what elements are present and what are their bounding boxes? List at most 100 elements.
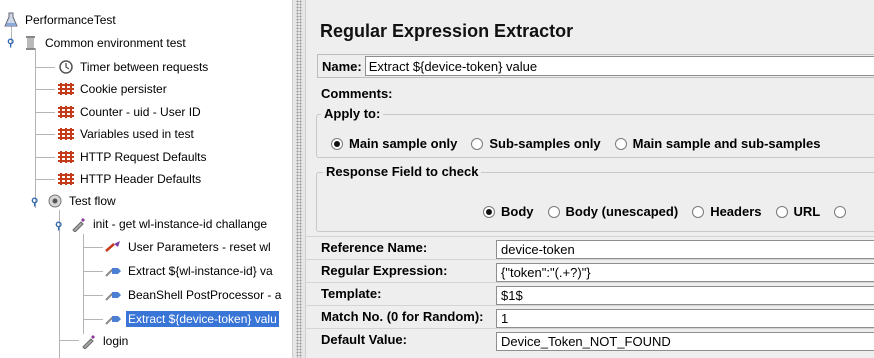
regex-label: Regular Expression:: [321, 263, 448, 278]
comments-label: Comments:: [321, 86, 393, 101]
radio-label: Body: [501, 204, 534, 219]
radio-label: Body (unescaped): [565, 204, 679, 219]
regex-extractor-panel: Regular Expression Extractor Name: Comme…: [306, 0, 874, 358]
tree-node-label: Test flow: [69, 194, 116, 208]
tree-node-label: HTTP Header Defaults: [80, 172, 202, 186]
radio-body[interactable]: Body: [483, 204, 534, 219]
radio-url[interactable]: URL: [775, 204, 821, 219]
reference-name-label: Reference Name:: [321, 240, 428, 255]
postprocessor-icon: [105, 311, 123, 327]
default-value-label: Default Value:: [321, 332, 407, 347]
match-no-input[interactable]: [496, 309, 874, 328]
radio-headers[interactable]: Headers: [692, 204, 762, 219]
tree-node-label: Extract ${device-token} valu: [126, 311, 279, 327]
separator: [306, 328, 874, 329]
radio-unchecked-icon[interactable]: [547, 205, 560, 218]
tree-node-label: Extract ${wl-instance-id} va: [128, 264, 273, 278]
config-element-icon: [57, 126, 75, 142]
tree-node-variables[interactable]: Variables used in test: [57, 124, 196, 144]
tree-node-root[interactable]: PerformanceTest: [2, 10, 118, 30]
radio-label: Main sample and sub-samples: [632, 136, 821, 151]
radio-unchecked-icon[interactable]: [834, 205, 847, 218]
panel-title: Regular Expression Extractor: [320, 21, 574, 41]
radio-unchecked-icon[interactable]: [775, 205, 788, 218]
separator: [306, 282, 874, 283]
separator: [306, 305, 874, 306]
reference-name-input[interactable]: [496, 240, 874, 259]
config-element-icon: [57, 149, 75, 165]
radio-main-and-sub-samples[interactable]: Main sample and sub-samples: [614, 136, 821, 151]
drag-grip-icon[interactable]: [296, 0, 302, 358]
config-element-icon: [57, 104, 75, 120]
tree-node-user-parameters[interactable]: User Parameters - reset wl: [105, 237, 273, 257]
tree-node-init[interactable]: init - get wl-instance-id challange: [70, 214, 269, 234]
tree-node-cookie-persister[interactable]: Cookie persister: [57, 79, 169, 99]
tree-node-timer[interactable]: Timer between requests: [57, 57, 210, 77]
collapse-toggle-icon[interactable]: ⚲: [31, 198, 40, 208]
response-field-title: Response Field to check: [323, 164, 482, 179]
tree-node-label: Cookie persister: [80, 82, 167, 96]
apply-to-group: Apply to: Main sample only Sub-samples o…: [316, 106, 874, 158]
name-row: Name:: [317, 54, 874, 78]
postprocessor-icon: [105, 263, 123, 279]
tree-node-beanshell-postprocessor[interactable]: BeanShell PostProcessor - a: [105, 285, 283, 305]
flask-icon: [2, 12, 20, 28]
template-label: Template:: [321, 286, 382, 301]
match-no-label: Match No. (0 for Random):: [321, 309, 484, 324]
config-element-icon: [57, 81, 75, 97]
tree-node-common-environment[interactable]: Common environment test: [22, 33, 188, 53]
test-plan-tree[interactable]: PerformanceTest ⚲ Common environment tes…: [0, 0, 292, 358]
tree-node-label: init - get wl-instance-id challange: [93, 217, 268, 231]
separator: [306, 236, 874, 237]
radio-body-unescaped[interactable]: Body (unescaped): [547, 204, 679, 219]
radio-checked-icon[interactable]: [483, 205, 495, 218]
timer-icon: [57, 59, 75, 75]
radio-sub-samples-only[interactable]: Sub-samples only: [471, 136, 601, 151]
tree-node-extract-wl-instance-id[interactable]: Extract ${wl-instance-id} va: [105, 261, 275, 281]
preprocessor-icon: [105, 239, 123, 255]
collapse-toggle-icon[interactable]: ⚲: [55, 222, 64, 232]
radio-checked-icon[interactable]: [331, 137, 343, 150]
tree-node-label: Variables used in test: [80, 127, 194, 141]
response-field-group: Response Field to check Body Body (unesc…: [316, 164, 874, 232]
radio-partial-next[interactable]: [834, 205, 852, 218]
radio-label: Main sample only: [349, 136, 458, 151]
tree-node-label: Timer between requests: [80, 60, 209, 74]
radio-label: Sub-samples only: [489, 136, 601, 151]
config-element-icon: [57, 171, 75, 187]
tree-node-counter[interactable]: Counter - uid - User ID: [57, 102, 203, 122]
apply-to-options: Main sample only Sub-samples only Main s…: [331, 136, 834, 151]
radio-unchecked-icon[interactable]: [692, 205, 705, 218]
tree-node-http-header-defaults[interactable]: HTTP Header Defaults: [57, 169, 203, 189]
tree-node-label: PerformanceTest: [25, 13, 116, 27]
tree-node-label: Counter - uid - User ID: [80, 105, 201, 119]
split-pane-divider[interactable]: [292, 0, 306, 358]
tree-node-label: User Parameters - reset wl: [128, 240, 271, 254]
tree-node-login[interactable]: login: [80, 331, 130, 351]
tree-node-test-flow[interactable]: Test flow: [46, 191, 118, 211]
tree-node-label: Common environment test: [45, 36, 186, 50]
default-value-input[interactable]: [496, 332, 874, 351]
template-input[interactable]: [496, 286, 874, 305]
regex-input[interactable]: [496, 263, 874, 282]
name-label: Name:: [322, 58, 362, 74]
name-input[interactable]: [364, 56, 874, 76]
postprocessor-icon: [105, 287, 123, 303]
sampler-pipette-icon: [70, 216, 88, 232]
tree-node-http-request-defaults[interactable]: HTTP Request Defaults: [57, 147, 209, 167]
spool-icon: [22, 35, 40, 51]
radio-unchecked-icon[interactable]: [614, 137, 627, 150]
tree-node-label: BeanShell PostProcessor - a: [128, 288, 282, 302]
separator: [306, 259, 874, 260]
tree-node-extract-device-token[interactable]: Extract ${device-token} valu: [105, 309, 279, 329]
tree-node-label: login: [103, 334, 129, 348]
radio-label: URL: [793, 204, 821, 219]
collapse-toggle-icon[interactable]: ⚲: [7, 39, 16, 49]
radio-label: Headers: [710, 204, 762, 219]
apply-to-title: Apply to:: [321, 106, 384, 121]
response-field-options: Body Body (unescaped) Headers URL: [483, 204, 866, 219]
tree-node-label: HTTP Request Defaults: [80, 150, 207, 164]
radio-unchecked-icon[interactable]: [471, 137, 484, 150]
radio-main-sample-only[interactable]: Main sample only: [331, 136, 457, 151]
sampler-pipette-icon: [80, 333, 98, 349]
